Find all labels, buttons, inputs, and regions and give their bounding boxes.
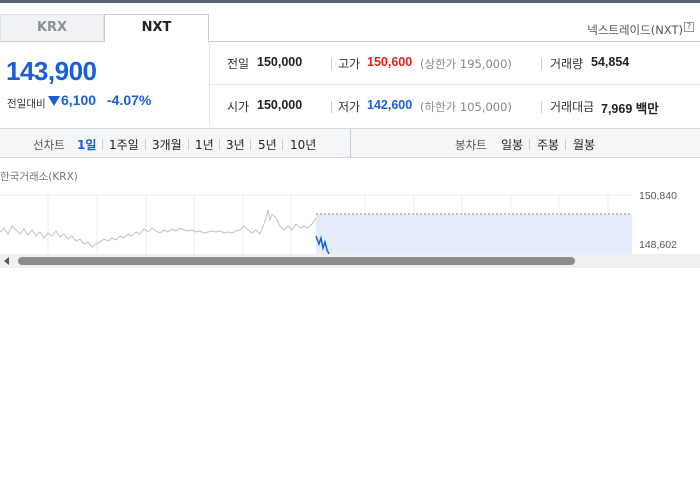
- top-border: [0, 0, 700, 3]
- period-1w[interactable]: 1주일: [109, 136, 139, 153]
- change-percent: -4.07%: [107, 92, 152, 108]
- price-chart: [0, 190, 700, 254]
- chart-scrollbar[interactable]: [0, 254, 700, 268]
- change-label: 전일대비: [7, 98, 46, 110]
- candle-daily[interactable]: 일봉: [501, 136, 523, 153]
- chart-toolbar: 선차트 1일 1주일 3개월 1년 3년 5년 10년 봉차트 일봉 주봉 월봉: [0, 128, 700, 158]
- nxt-exchange-label: 넥스트레이드(NXT): [587, 23, 683, 37]
- separator: [331, 58, 332, 70]
- open-label: 시가: [227, 100, 250, 114]
- scroll-left-arrow-icon[interactable]: [4, 257, 9, 265]
- y-axis-bottom-label: 148,602: [639, 239, 677, 251]
- separator: [250, 139, 251, 150]
- separator: [541, 58, 542, 70]
- candle-chart-label: 봉차트: [455, 138, 487, 152]
- period-1y[interactable]: 1년: [195, 136, 214, 153]
- tab-underline: [209, 41, 700, 42]
- tab-nxt[interactable]: NXT: [104, 14, 209, 42]
- price-chart-svg: [0, 194, 632, 254]
- scroll-thumb[interactable]: [18, 257, 575, 265]
- prev-close-label: 전일: [227, 57, 250, 71]
- separator: [331, 101, 332, 113]
- separator: [529, 139, 530, 150]
- amount-label: 거래대금: [550, 100, 595, 114]
- separator: [145, 139, 146, 150]
- candle-weekly[interactable]: 주봉: [537, 136, 559, 153]
- low-label: 저가: [338, 100, 361, 114]
- period-10y[interactable]: 10년: [290, 136, 316, 153]
- down-triangle-icon: [48, 96, 60, 106]
- prev-close-value: 150,000: [257, 55, 303, 69]
- separator: [102, 139, 103, 150]
- toolbar-divider: [350, 129, 351, 157]
- current-price: 143,900: [6, 56, 97, 86]
- separator: [219, 139, 220, 150]
- period-5y[interactable]: 5년: [258, 136, 277, 153]
- period-3m[interactable]: 3개월: [152, 136, 182, 153]
- lower-limit: (하한가 105,000): [420, 100, 512, 114]
- exchange-tabs: KRX NXT: [0, 14, 209, 42]
- separator: [565, 139, 566, 150]
- volume-label: 거래량: [550, 57, 584, 71]
- low-value: 142,600: [367, 98, 413, 112]
- line-chart-label: 선차트: [33, 138, 65, 152]
- amount-value: 7,969 백만: [601, 102, 659, 116]
- separator: [188, 139, 189, 150]
- tab-krx[interactable]: KRX: [0, 14, 104, 42]
- separator: [541, 101, 542, 113]
- period-3y[interactable]: 3년: [226, 136, 245, 153]
- open-value: 150,000: [257, 98, 303, 112]
- period-1d[interactable]: 1일: [77, 136, 96, 153]
- upper-limit: (상한가 195,000): [420, 57, 512, 71]
- change-amount: 6,100: [61, 92, 97, 108]
- help-icon[interactable]: ?: [684, 22, 694, 32]
- prev-session-line: [0, 209, 317, 248]
- high-label: 고가: [338, 57, 361, 71]
- separator: [282, 139, 283, 150]
- candle-monthly[interactable]: 월봉: [573, 136, 595, 153]
- chart-area-fill: [316, 214, 632, 254]
- high-value: 150,600: [367, 55, 413, 69]
- chart-exchange-label: 한국거래소(KRX): [0, 171, 78, 183]
- volume-value: 54,854: [591, 55, 630, 69]
- stats-row-divider: [209, 84, 700, 85]
- y-axis-top-label: 150,840: [639, 190, 677, 202]
